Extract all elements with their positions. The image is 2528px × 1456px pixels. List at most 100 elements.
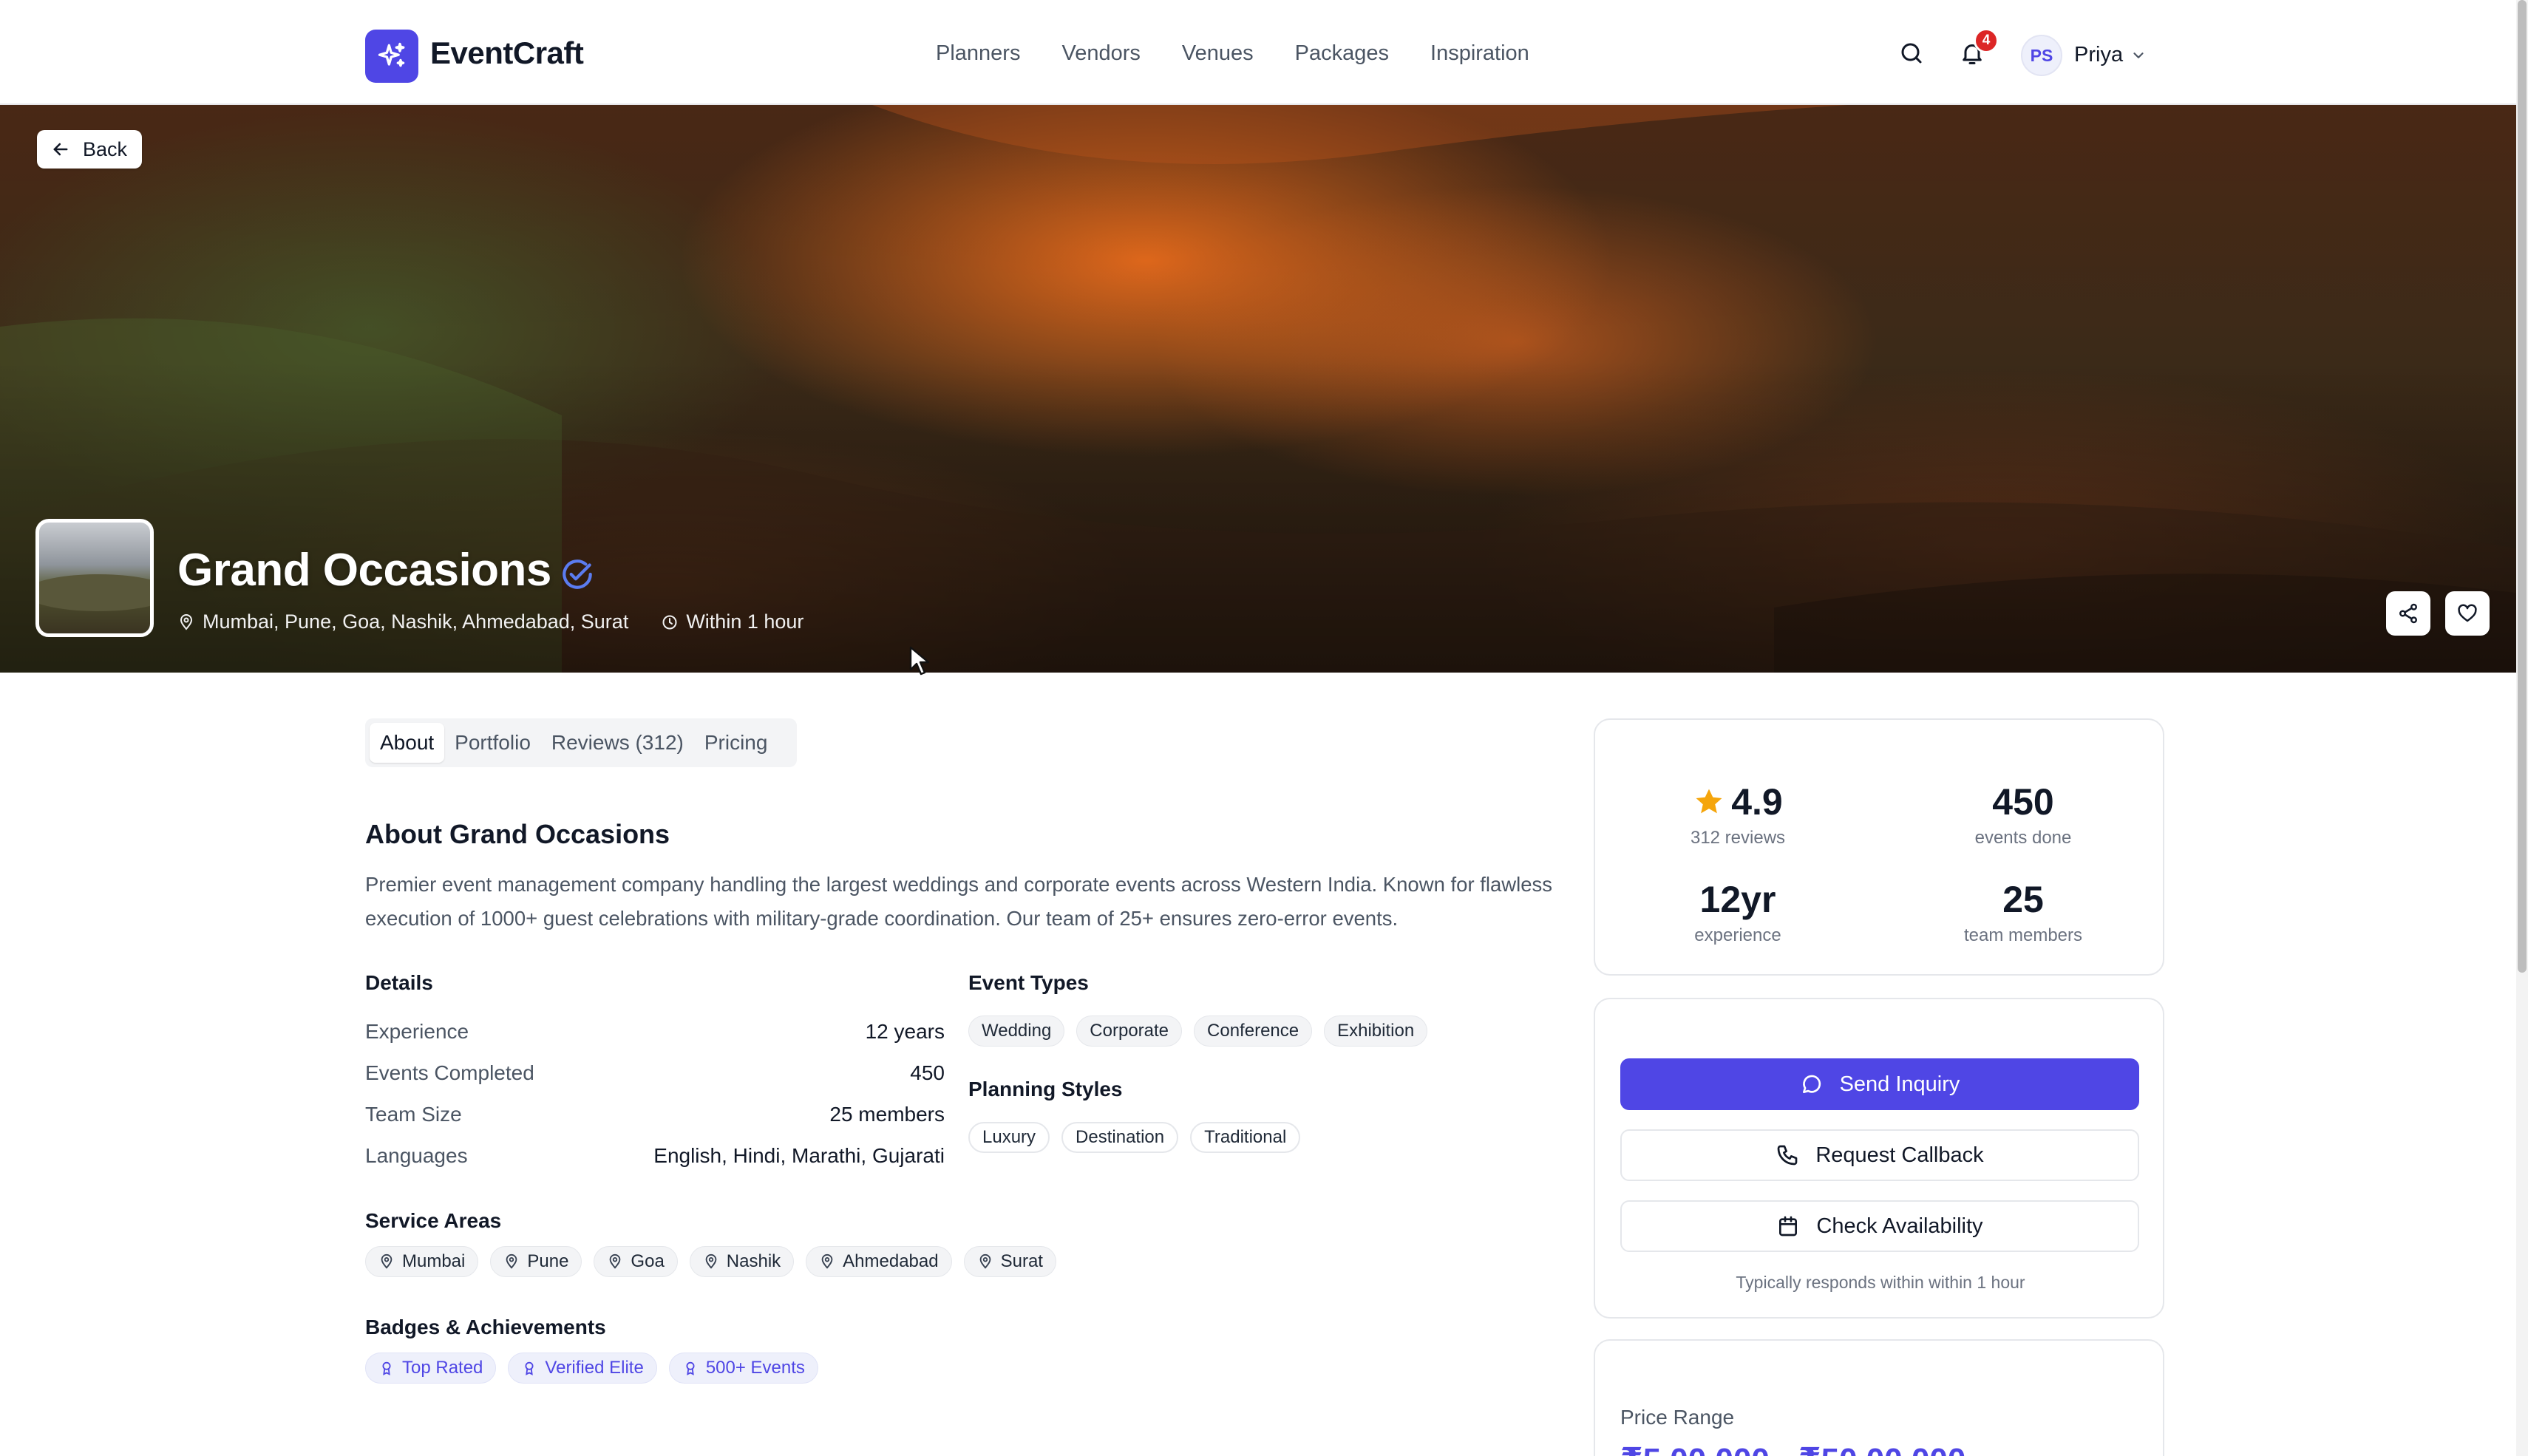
about-heading: About Grand Occasions bbox=[365, 819, 670, 849]
stat-experience: 12yr experience bbox=[1595, 878, 1880, 946]
nav-vendors[interactable]: Vendors bbox=[1061, 41, 1140, 66]
favorite-button[interactable] bbox=[2445, 591, 2490, 636]
map-pin-icon bbox=[381, 1253, 393, 1269]
map-pin-icon bbox=[979, 1253, 991, 1269]
verified-badge bbox=[559, 556, 596, 596]
planning-style-chip: Traditional bbox=[1190, 1122, 1301, 1153]
stat-team-members: 25 team members bbox=[1880, 878, 2166, 946]
service-area-chip: Surat bbox=[963, 1246, 1056, 1277]
stat-value: 450 bbox=[1992, 781, 2054, 823]
share-button[interactable] bbox=[2386, 591, 2430, 636]
service-area-label: Nashik bbox=[726, 1251, 781, 1271]
event-type-chip: Corporate bbox=[1076, 1016, 1183, 1047]
app-logo[interactable] bbox=[365, 30, 418, 83]
detail-value: 450 bbox=[910, 1061, 945, 1084]
service-area-chip: Mumbai bbox=[365, 1246, 479, 1277]
achievement-label: Verified Elite bbox=[545, 1358, 644, 1378]
user-menu-toggle[interactable] bbox=[2130, 47, 2147, 67]
detail-value: 25 members bbox=[829, 1103, 945, 1126]
user-name[interactable]: Priya bbox=[2074, 43, 2123, 67]
phone-icon bbox=[1778, 1145, 1798, 1166]
service-areas-heading: Service Areas bbox=[365, 1209, 502, 1232]
map-pin-icon bbox=[610, 1253, 621, 1269]
hero-meta: Mumbai, Pune, Goa, Nashik, Ahmedabad, Su… bbox=[177, 610, 803, 633]
stat-value: 4.9 bbox=[1731, 781, 1783, 823]
send-inquiry-label: Send Inquiry bbox=[1839, 1072, 1960, 1096]
app-name[interactable]: EventCraft bbox=[430, 35, 584, 71]
message-circle-icon bbox=[1802, 1075, 1821, 1093]
detail-row-experience: Experience 12 years bbox=[365, 1020, 945, 1044]
detail-row-events-completed: Events Completed 450 bbox=[365, 1061, 945, 1085]
event-types-heading: Event Types bbox=[968, 971, 1089, 994]
back-button-label: Back bbox=[83, 137, 128, 160]
achievement-label: 500+ Events bbox=[705, 1358, 805, 1378]
detail-value: 12 years bbox=[865, 1020, 945, 1043]
clock-icon bbox=[662, 615, 677, 629]
planner-title: Grand Occasions bbox=[177, 545, 551, 596]
stat-label: events done bbox=[1974, 828, 2072, 848]
award-icon bbox=[382, 1361, 391, 1375]
detail-row-team-size: Team Size 25 members bbox=[365, 1103, 945, 1126]
details-heading: Details bbox=[365, 971, 433, 994]
detail-label: Experience bbox=[365, 1020, 469, 1043]
back-button[interactable]: Back bbox=[37, 130, 143, 169]
about-description: Premier event management company handlin… bbox=[365, 873, 1553, 930]
share-icon bbox=[2399, 603, 2417, 624]
verified-check-icon bbox=[563, 559, 592, 589]
mouse-cursor bbox=[909, 646, 930, 679]
planning-style-chip: Destination bbox=[1061, 1122, 1179, 1153]
tab-reviews[interactable]: Reviews (312) bbox=[541, 723, 694, 763]
tab-about[interactable]: About bbox=[370, 723, 445, 763]
tab-pricing[interactable]: Pricing bbox=[694, 723, 778, 763]
service-area-chip: Goa bbox=[594, 1246, 678, 1277]
achievement-badge: Verified Elite bbox=[508, 1353, 657, 1384]
send-inquiry-button[interactable]: Send Inquiry bbox=[1620, 1058, 2139, 1110]
event-type-chip: Exhibition bbox=[1324, 1016, 1428, 1047]
stat-label: experience bbox=[1694, 925, 1781, 945]
planning-style-chip: Luxury bbox=[968, 1122, 1050, 1153]
award-icon bbox=[686, 1361, 695, 1375]
service-area-label: Surat bbox=[1000, 1251, 1043, 1271]
map-pin-icon bbox=[506, 1253, 517, 1269]
price-range-label: Price Range bbox=[1620, 1406, 1735, 1429]
calendar-icon bbox=[1779, 1216, 1798, 1236]
chevron-down-icon bbox=[2133, 52, 2144, 58]
achievement-badge: 500+ Events bbox=[668, 1353, 818, 1384]
hero-locations: Mumbai, Pune, Goa, Nashik, Ahmedabad, Su… bbox=[203, 610, 629, 633]
sparkles-icon bbox=[378, 42, 405, 67]
request-callback-button[interactable]: Request Callback bbox=[1620, 1129, 2139, 1181]
tab-portfolio[interactable]: Portfolio bbox=[444, 723, 541, 763]
notification-count-badge: 4 bbox=[1974, 28, 1999, 53]
map-pin-icon bbox=[180, 613, 193, 630]
cursor-arrow-icon bbox=[909, 646, 930, 676]
nav-packages[interactable]: Packages bbox=[1295, 41, 1389, 66]
detail-row-languages: Languages English, Hindi, Marathi, Gujar… bbox=[365, 1144, 945, 1168]
main-nav: Planners Vendors Venues Packages Inspira… bbox=[936, 41, 1529, 66]
profile-tabs: About Portfolio Reviews (312) Pricing bbox=[365, 718, 797, 767]
actions-card: Send Inquiry Request Callback Check Avai… bbox=[1594, 998, 2164, 1319]
stat-label: 312 reviews bbox=[1690, 828, 1786, 848]
stat-events-done: 450 events done bbox=[1880, 780, 2166, 848]
page-scrollbar-thumb[interactable] bbox=[2518, 0, 2527, 973]
user-avatar[interactable]: PS bbox=[2021, 35, 2062, 76]
detail-label: Languages bbox=[365, 1144, 468, 1167]
map-pin-icon bbox=[705, 1253, 717, 1269]
stat-rating: 4.9 312 reviews bbox=[1595, 780, 1880, 848]
heart-icon bbox=[2458, 604, 2477, 622]
stat-value: 25 bbox=[2002, 879, 2044, 920]
star-icon bbox=[1696, 789, 1722, 814]
detail-label: Events Completed bbox=[365, 1061, 534, 1084]
badges-chips: Top Rated Verified Elite 500+ Events bbox=[365, 1353, 818, 1384]
service-area-label: Goa bbox=[631, 1251, 665, 1271]
stat-value: 12yr bbox=[1699, 879, 1776, 920]
pricing-card: Price Range ₹5,00,000 - ₹50,00,000 bbox=[1594, 1339, 2164, 1456]
check-availability-button[interactable]: Check Availability bbox=[1620, 1200, 2139, 1252]
planning-styles-heading: Planning Styles bbox=[968, 1078, 1123, 1100]
event-type-chip: Wedding bbox=[968, 1016, 1065, 1047]
nav-venues[interactable]: Venues bbox=[1182, 41, 1254, 66]
nav-planners[interactable]: Planners bbox=[936, 41, 1020, 66]
nav-inspiration[interactable]: Inspiration bbox=[1430, 41, 1529, 66]
service-area-chip: Pune bbox=[490, 1246, 582, 1277]
achievement-label: Top Rated bbox=[402, 1358, 483, 1378]
search-button[interactable] bbox=[1898, 40, 1925, 67]
